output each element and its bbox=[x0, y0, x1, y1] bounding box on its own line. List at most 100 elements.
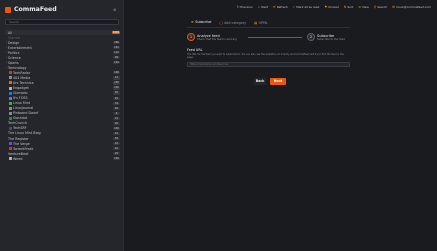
sidebar-item-label: Pinboard Dwarf bbox=[13, 111, 39, 116]
step-1-indicator: 1 bbox=[187, 33, 195, 41]
sidebar-item-label: Design bbox=[8, 40, 20, 45]
commafeed-logo-icon bbox=[5, 6, 11, 13]
unread-count-badge: 10 bbox=[113, 131, 120, 136]
toolbar-icon: ⚲ bbox=[373, 5, 377, 9]
sidebar-item-label: Technology bbox=[8, 65, 27, 70]
toolbar-button[interactable]: ⚲ Search bbox=[374, 5, 387, 9]
sidebar-item-label: Engadget bbox=[13, 86, 29, 91]
feed-url-label: Feed URL bbox=[187, 48, 203, 52]
toolbar-button[interactable]: ⚙ mock@commafeed.com bbox=[392, 5, 431, 9]
sidebar-item-label: Politics bbox=[8, 50, 20, 55]
toolbar-label: Search bbox=[377, 5, 388, 9]
feed-favicon-icon bbox=[8, 106, 12, 110]
toolbar-label: Next bbox=[261, 5, 269, 9]
sidebar-item-label: Starred bbox=[8, 35, 21, 40]
sidebar-item-label: Entertainment bbox=[8, 45, 32, 50]
unread-count-badge: 9999 bbox=[111, 30, 120, 35]
sidebar-item[interactable]: › Sports 104 bbox=[5, 60, 120, 65]
unread-count-badge: 20 bbox=[113, 121, 120, 125]
sidebar-item-label: The Verge bbox=[13, 141, 30, 146]
toolbar-button[interactable]: ⚑ Unread bbox=[324, 5, 338, 9]
step-subscribe[interactable]: 2 Subscribe Subscribe to the feed bbox=[307, 33, 345, 41]
toolbar-button[interactable]: ↓ Next bbox=[258, 5, 268, 9]
sidebar-item[interactable]: Engadget 100 bbox=[5, 86, 120, 91]
sidebar-item-label: 404 Media bbox=[13, 75, 31, 80]
toolbar-icon: ⟳ bbox=[273, 5, 276, 9]
sidebar-item-label: All bbox=[8, 30, 13, 35]
sidebar-item[interactable]: TorrentFreak 10 bbox=[5, 146, 120, 151]
sidebar-item[interactable]: › Science 96 bbox=[5, 55, 120, 60]
sidebar-item-label: The Linux Mint Blog bbox=[8, 131, 41, 136]
sidebar-item[interactable]: All 9999 bbox=[5, 30, 120, 36]
unread-count-badge: 20 bbox=[113, 152, 120, 156]
feed-favicon-icon bbox=[8, 111, 12, 115]
sidebar-item[interactable]: The Linux Mint Blog 10 bbox=[5, 131, 120, 136]
sidebar: CommaFeed ⊗ All 9999 Starred›Design266›Ent… bbox=[0, 0, 124, 251]
feed-favicon-icon bbox=[8, 81, 12, 85]
sidebar-item[interactable]: It's FOSS 20 bbox=[5, 96, 120, 101]
sidebar-item[interactable]: TechSRF 100 bbox=[5, 126, 120, 131]
unread-count-badge: 14 bbox=[113, 76, 120, 80]
sidebar-item[interactable]: › Entertainment 142 bbox=[5, 45, 120, 50]
toolbar-button[interactable]: ⟳ Refresh bbox=[273, 5, 288, 9]
stepper: 1 Analyze feed Check that the feed is wo… bbox=[187, 33, 350, 47]
sidebar-item[interactable]: Pinboard Dwarf 6 bbox=[5, 111, 120, 116]
toolbar-button[interactable]: ≡ View bbox=[358, 5, 369, 9]
sidebar-item[interactable]: TechRadar 196 bbox=[5, 70, 120, 75]
toolbar-icon: ✓ bbox=[292, 5, 296, 9]
unread-count-badge: 100 bbox=[113, 86, 120, 90]
sidebar-item-label: TechRadar bbox=[13, 70, 31, 75]
sidebar-search-input[interactable] bbox=[5, 19, 119, 25]
sidebar-item[interactable]: Gizmodo 50 bbox=[5, 91, 120, 96]
toolbar-icon: ⚙ bbox=[392, 5, 395, 9]
sidebar-item-label: VentureBeat bbox=[8, 151, 29, 156]
sidebar-item[interactable]: ⌄ Technology bbox=[5, 65, 120, 70]
app-name: CommaFeed bbox=[14, 6, 57, 13]
sidebar-item[interactable]: Ars Technica 200 bbox=[5, 80, 120, 85]
sidebar-item[interactable]: Slashdot 15 bbox=[5, 116, 120, 121]
sidebar-item-label: TechCrunch bbox=[8, 121, 28, 126]
toolbar-button[interactable]: ⇅ Sort bbox=[344, 5, 354, 9]
unread-count-badge: 20 bbox=[113, 96, 120, 100]
feed-favicon-icon bbox=[8, 86, 12, 90]
sidebar-item[interactable]: Wired 100 bbox=[5, 156, 120, 161]
feed-favicon-icon bbox=[8, 71, 12, 75]
sidebar-item[interactable]: › Politics 112 bbox=[5, 50, 120, 55]
unread-count-badge: 50 bbox=[113, 91, 120, 95]
sidebar-item[interactable]: VentureBeat 20 bbox=[5, 151, 120, 156]
sidebar-item[interactable]: Starred bbox=[5, 35, 120, 40]
feed-favicon-icon bbox=[8, 126, 12, 130]
step-1-desc: Check that the feed is working bbox=[197, 37, 237, 41]
back-button[interactable]: Back bbox=[254, 78, 266, 85]
sidebar-item-label: Wired bbox=[13, 156, 23, 161]
step-2-indicator: 2 bbox=[307, 33, 315, 41]
feed-url-input[interactable] bbox=[187, 61, 350, 67]
toolbar-button[interactable]: ✓ Mark all as read bbox=[293, 5, 320, 9]
sidebar-item[interactable]: TechCrunch 20 bbox=[5, 121, 120, 126]
sidebar-item[interactable]: Linux Mint 34 bbox=[5, 101, 120, 106]
sidebar-item[interactable]: The Verge 10 bbox=[5, 141, 120, 146]
sidebar-item-label: Slashdot bbox=[13, 116, 28, 121]
brand[interactable]: CommaFeed bbox=[5, 5, 57, 14]
sidebar-item[interactable]: 404 Media 14 bbox=[5, 75, 120, 80]
step-connector bbox=[248, 37, 302, 38]
sidebar-item[interactable]: LinuxJournal 50 bbox=[5, 106, 120, 111]
collapse-sidebar-icon[interactable]: ⊗ bbox=[113, 7, 116, 12]
toolbar-icon: ↓ bbox=[257, 5, 261, 9]
step-analyze[interactable]: 1 Analyze feed Check that the feed is wo… bbox=[187, 33, 237, 41]
toolbar-icon: ≡ bbox=[358, 5, 361, 9]
folder-plus-icon: ▢ bbox=[219, 20, 223, 25]
feed-favicon-icon bbox=[8, 76, 12, 80]
toolbar-label: Unread bbox=[328, 5, 339, 9]
sidebar-item[interactable]: › Design 266 bbox=[5, 40, 120, 45]
feed-favicon-icon bbox=[8, 101, 12, 105]
sidebar-item-label: Linux Mint bbox=[13, 101, 31, 106]
sidebar-item-label: Gizmodo bbox=[13, 91, 28, 96]
unread-count-badge: 100 bbox=[113, 157, 120, 161]
next-button[interactable]: Next bbox=[270, 78, 286, 85]
toolbar-icon: ⚑ bbox=[324, 5, 328, 9]
sidebar-item-label: Ars Technica bbox=[13, 80, 34, 85]
sidebar-item[interactable]: The Register 50 bbox=[5, 136, 120, 141]
tab-opml-label: OPML bbox=[258, 20, 268, 25]
toolbar-button[interactable]: ↻ Previous bbox=[237, 5, 253, 9]
